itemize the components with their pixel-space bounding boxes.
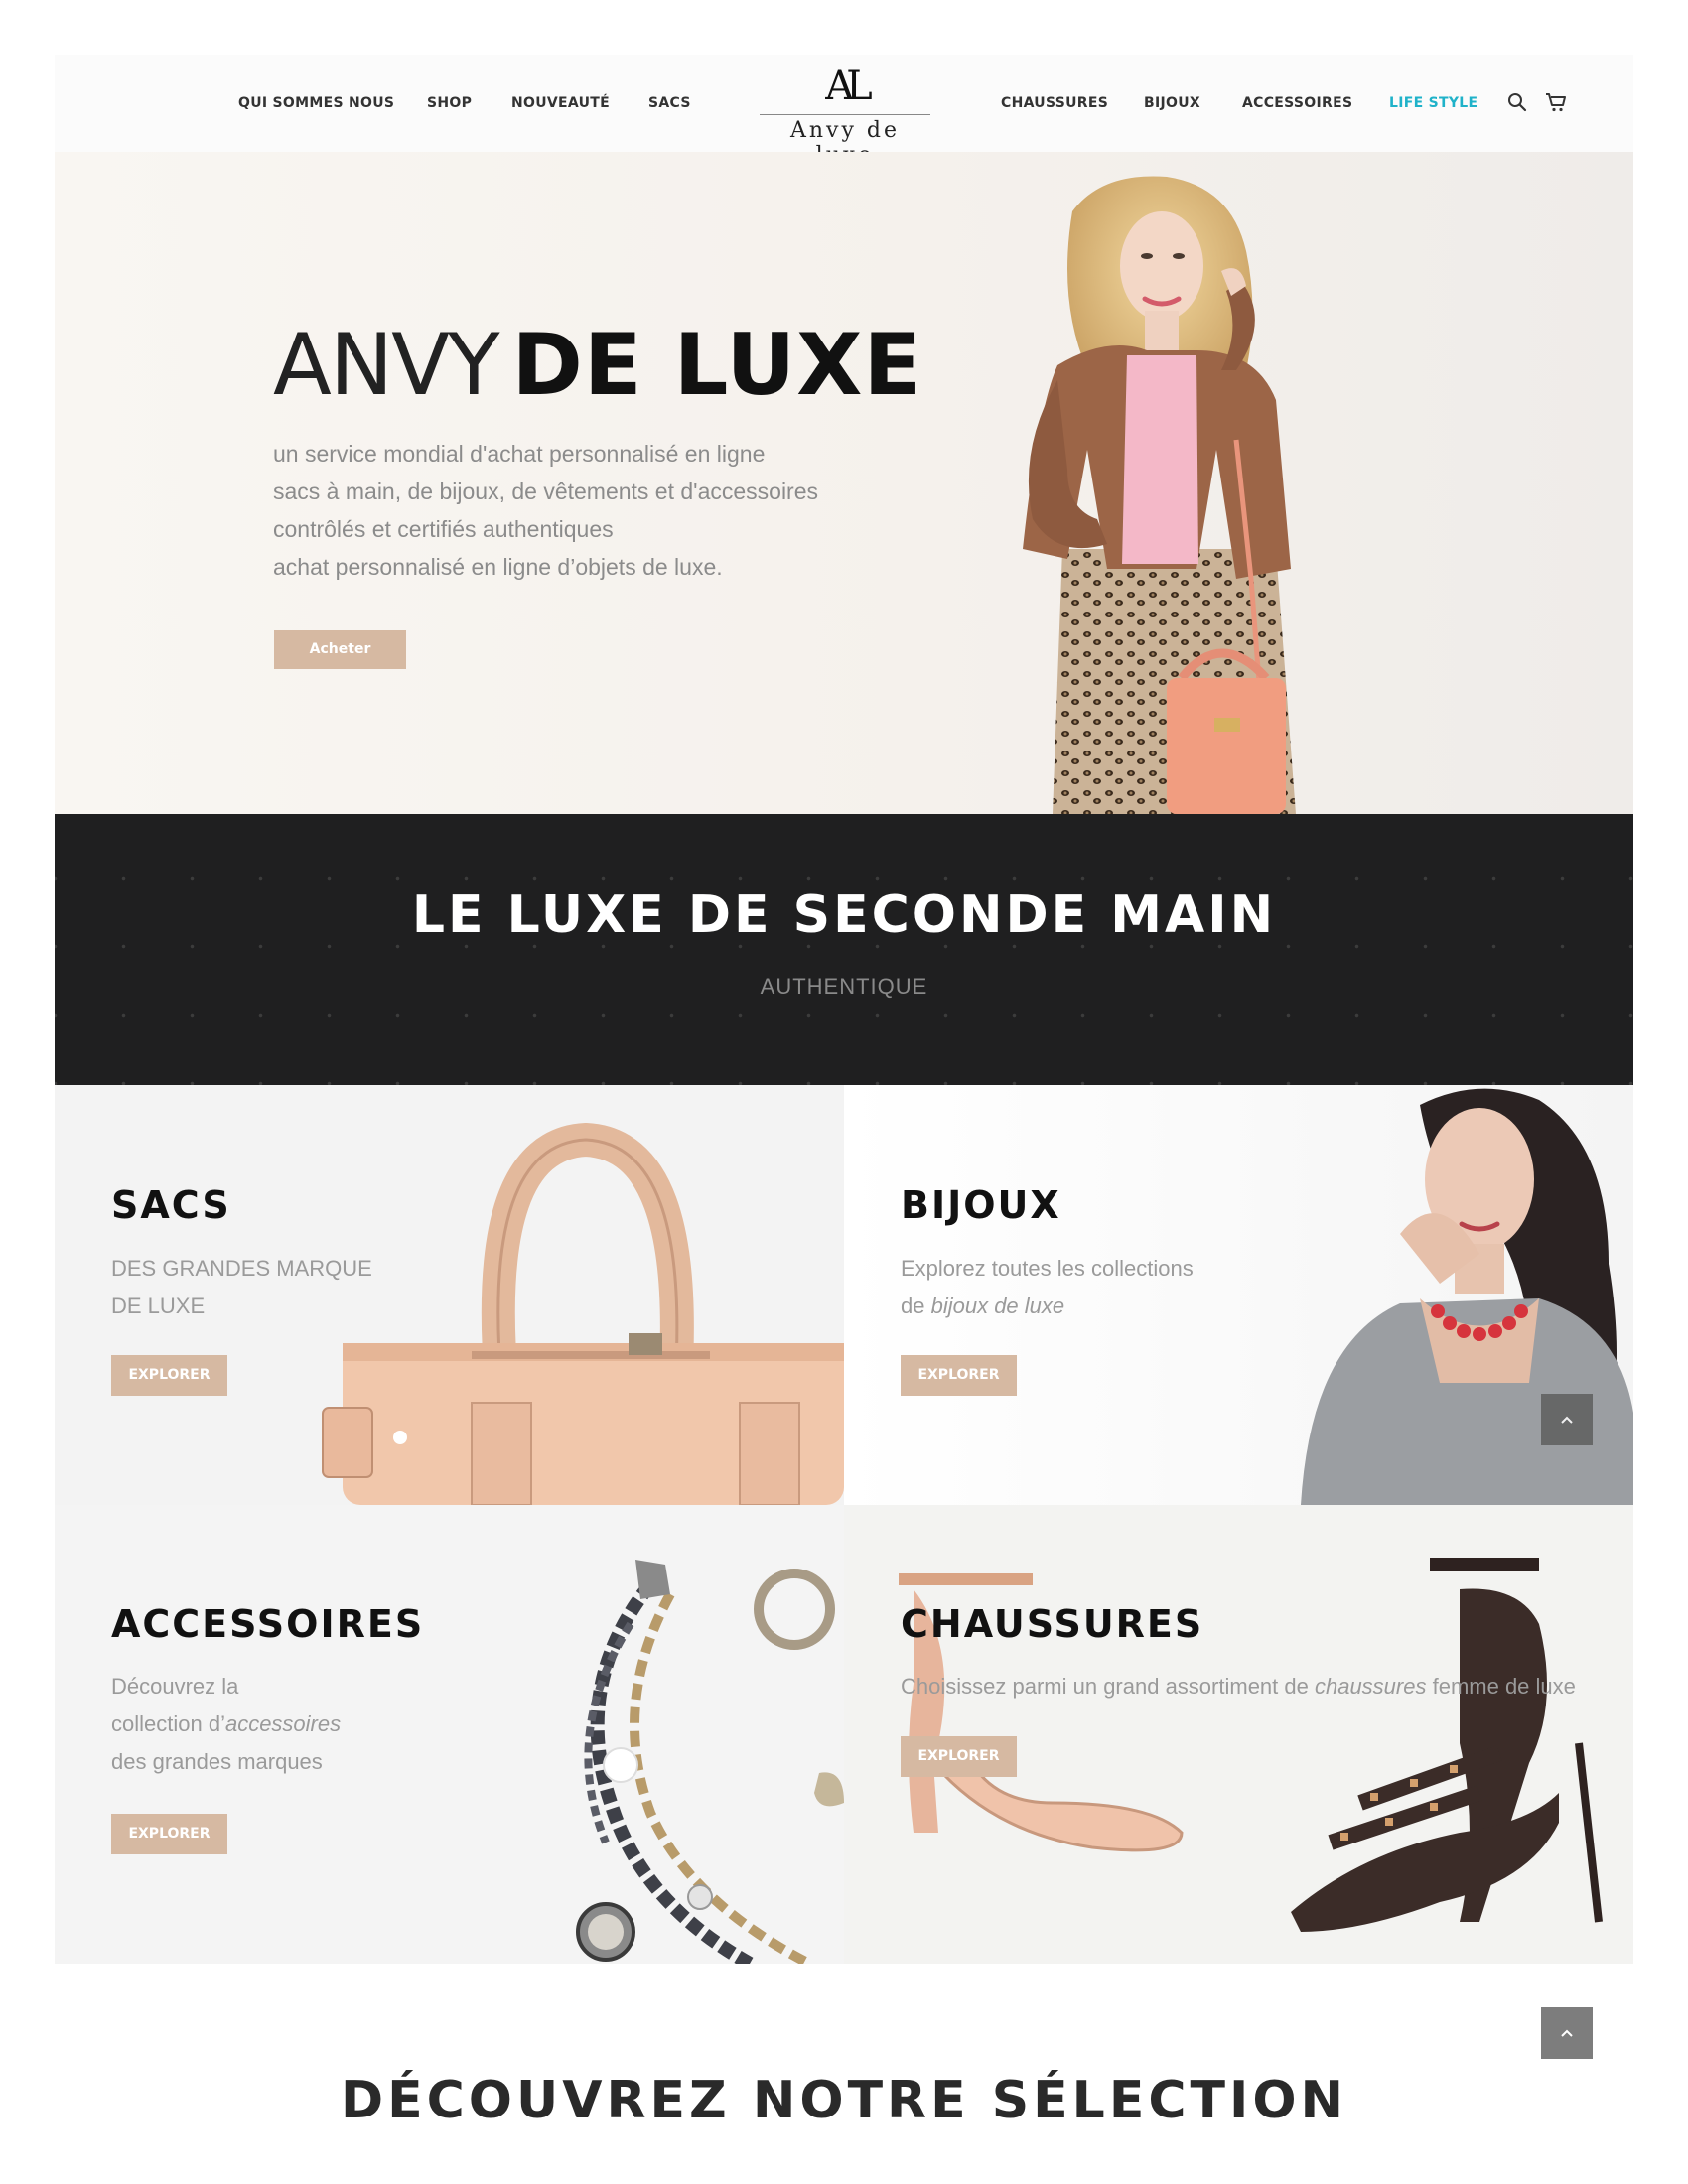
nav-item-life-style[interactable]: LIFE STYLE <box>1389 95 1477 111</box>
logo-divider <box>760 114 930 115</box>
hero-line: sacs à main, de bijoux, de vêtements et … <box>273 478 819 504</box>
selection-title: DÉCOUVREZ NOTRE SÉLECTION <box>340 2071 1348 2130</box>
logo-monogram: AL <box>825 64 872 109</box>
bijoux-explorer-button[interactable]: EXPLORER <box>901 1355 1017 1396</box>
hero-line: contrôlés et certifiés authentiques <box>273 516 614 542</box>
accessoires-title: ACCESSOIRES <box>111 1602 425 1646</box>
category-tile-sacs[interactable]: SACS DES GRANDES MARQUE DE LUXE EXPLORER <box>55 1085 844 1505</box>
nav-item-qui-sommes-nous[interactable]: QUI SOMMES NOUS <box>238 95 394 111</box>
scroll-top-button[interactable] <box>1541 2007 1593 2059</box>
bijoux-title: BIJOUX <box>901 1183 1061 1227</box>
banner-section: LE LUXE DE SECONDE MAIN AUTHENTIQUE <box>55 814 1633 1085</box>
sacs-description: DES GRANDES MARQUE DE LUXE <box>111 1250 372 1325</box>
nav-item-nouveaute[interactable]: NOUVEAUTÉ <box>511 95 610 111</box>
bijoux-description: Explorez toutes les collections de bijou… <box>901 1250 1194 1325</box>
brand-logo[interactable]: AL Anvy de luxe <box>760 64 930 168</box>
cart-icon[interactable] <box>1544 90 1568 114</box>
nav-item-chaussures[interactable]: CHAUSSURES <box>1001 95 1108 111</box>
banner-title: LE LUXE DE SECONDE MAIN <box>411 886 1277 945</box>
chevron-up-icon <box>1561 2029 1573 2037</box>
nav-item-shop[interactable]: SHOP <box>427 95 472 111</box>
hero-title: ANVY DE LUXE <box>273 316 922 415</box>
chaussures-description: Choisissez parmi un grand assortiment de… <box>901 1674 1576 1699</box>
hero-line: achat personnalisé en ligne d’objets de … <box>273 554 723 580</box>
category-tile-chaussures[interactable]: CHAUSSURES Choisissez parmi un grand ass… <box>844 1505 1633 1964</box>
top-navigation: QUI SOMMES NOUS SHOP NOUVEAUTÉ SACS AL A… <box>55 55 1633 168</box>
page: QUI SOMMES NOUS SHOP NOUVEAUTÉ SACS AL A… <box>55 55 1633 1964</box>
hero-title-bold: DE LUXE <box>511 316 923 415</box>
sacs-line: DE LUXE <box>111 1294 206 1318</box>
nav-item-bijoux[interactable]: BIJOUX <box>1144 95 1200 111</box>
nav-item-sacs[interactable]: SACS <box>648 95 691 111</box>
accessoires-description: Découvrez la collection d’accessoires de… <box>111 1668 341 1781</box>
sacs-explorer-button[interactable]: EXPLORER <box>111 1355 227 1396</box>
chaussures-explorer-button[interactable]: EXPLORER <box>901 1736 1017 1777</box>
hero-line: un service mondial d'achat personnalisé … <box>273 441 766 467</box>
nav-item-accessoires[interactable]: ACCESSOIRES <box>1242 95 1352 111</box>
acheter-button[interactable]: Acheter <box>274 630 406 669</box>
shoes-image <box>899 1558 1603 1932</box>
scroll-top-overlay-button[interactable] <box>1541 1394 1593 1445</box>
chaussures-title: CHAUSSURES <box>901 1602 1204 1646</box>
sacs-title: SACS <box>111 1183 231 1227</box>
chevron-up-icon <box>1561 1416 1573 1424</box>
bijoux-line: de bijoux de luxe <box>901 1294 1065 1318</box>
category-tile-bijoux[interactable]: BIJOUX Explorez toutes les collections d… <box>844 1085 1633 1505</box>
accessoires-line: collection d’accessoires <box>111 1711 342 1736</box>
accessoires-line: des grandes marques <box>111 1749 323 1774</box>
sacs-line: DES GRANDES MARQUE <box>111 1256 372 1281</box>
accessoires-line: Découvrez la <box>111 1674 239 1699</box>
bijoux-line: Explorez toutes les collections <box>901 1256 1194 1281</box>
accessoires-explorer-button[interactable]: EXPLORER <box>111 1814 227 1854</box>
category-grid: SACS DES GRANDES MARQUE DE LUXE EXPLORER <box>55 1085 1633 1964</box>
hero-description: un service mondial d'achat personnalisé … <box>273 435 889 586</box>
hero-section: ANVY DE LUXE un service mondial d'achat p… <box>55 152 1633 814</box>
hero-title-light: ANVY <box>273 316 500 415</box>
search-icon[interactable] <box>1505 90 1529 114</box>
category-tile-accessoires[interactable]: ACCESSOIRES Découvrez la collection d’ac… <box>55 1505 844 1964</box>
banner-subtitle: AUTHENTIQUE <box>760 974 928 999</box>
